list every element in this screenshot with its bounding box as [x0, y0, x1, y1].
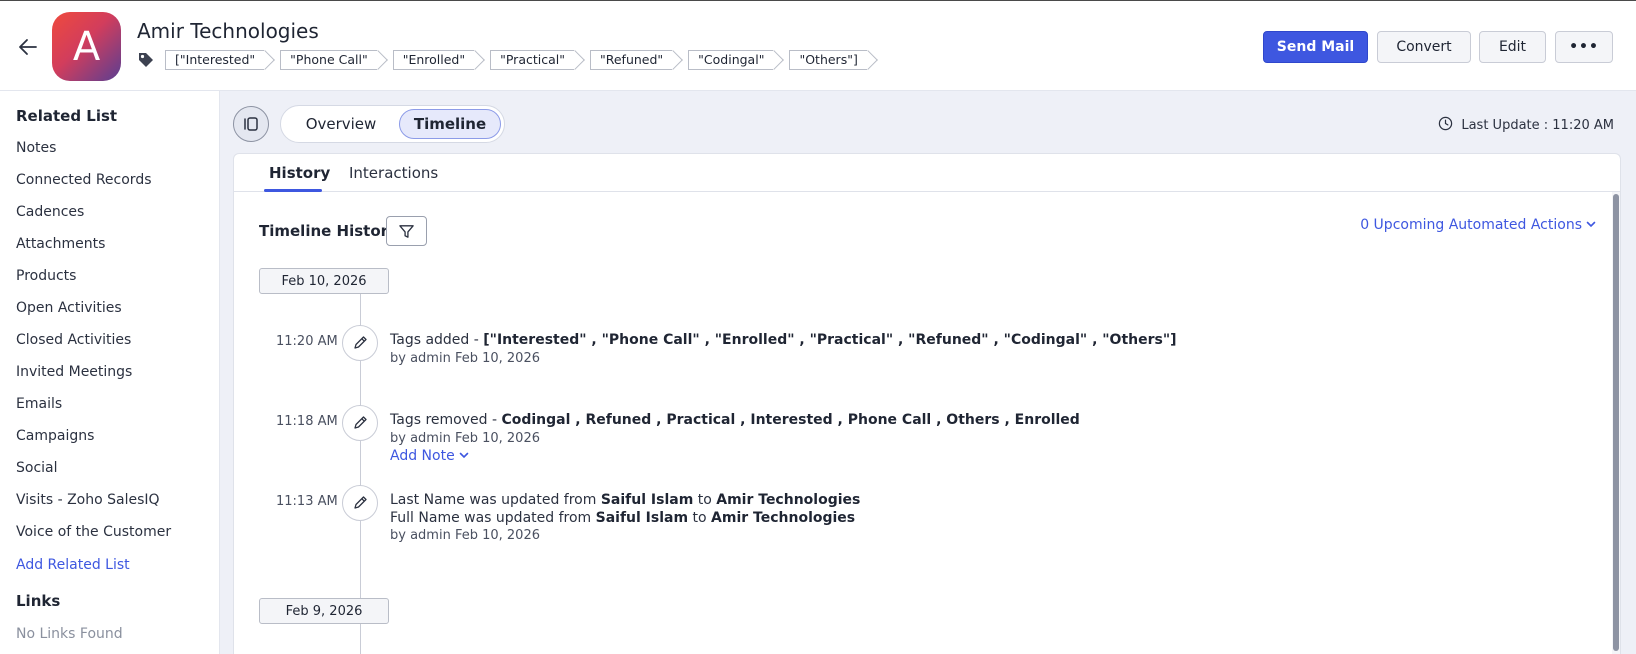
upcoming-actions-label: 0 Upcoming Automated Actions: [1360, 217, 1582, 233]
avatar-initial: A: [72, 23, 101, 70]
add-note-link[interactable]: Add Note: [390, 448, 469, 464]
sidebar-item-open-activities[interactable]: Open Activities: [16, 300, 122, 316]
sidebar-item-products[interactable]: Products: [16, 268, 76, 284]
date-separator: Feb 9, 2026: [259, 598, 389, 624]
no-links-text: No Links Found: [16, 626, 123, 642]
pencil-icon: [342, 405, 378, 441]
tab-interactions[interactable]: Interactions: [349, 164, 438, 182]
change-to: to: [688, 510, 712, 526]
pencil-icon: [342, 325, 378, 361]
change-to: to: [693, 492, 717, 508]
record-title: Amir Technologies: [137, 19, 319, 43]
change-prefix: Last Name was updated from: [390, 492, 601, 508]
entry-description-full-name: Full Name was updated from Saiful Islam …: [390, 510, 855, 526]
chevron-down-icon: [1586, 217, 1596, 233]
entry-prefix: Tags added -: [390, 332, 484, 348]
history-tabbar: History Interactions: [234, 154, 1620, 192]
old-value: Saiful Islam: [595, 510, 689, 526]
entry-tags-value: ["Interested" , "Phone Call" , "Enrolled…: [483, 332, 1177, 348]
links-heading: Links: [16, 592, 61, 610]
sidebar-item-visits-salesiq[interactable]: Visits - Zoho SalesIQ: [16, 492, 160, 508]
entry-author: by admin Feb 10, 2026: [390, 351, 540, 366]
tag-chip[interactable]: "Practical": [490, 50, 574, 70]
entry-prefix: Tags removed -: [390, 412, 502, 428]
tag-chip[interactable]: "Codingal": [688, 50, 774, 70]
timeline-panel: History Interactions Timeline History 0 …: [233, 153, 1621, 654]
entry-description: Tags added - ["Interested" , "Phone Call…: [390, 332, 1177, 348]
view-toggle: Overview Timeline: [280, 105, 505, 143]
sidebar-item-notes[interactable]: Notes: [16, 140, 56, 156]
add-related-list-link[interactable]: Add Related List: [16, 557, 130, 573]
tag-chip[interactable]: ["Interested": [165, 50, 265, 70]
date-separator: Feb 10, 2026: [259, 268, 389, 294]
sidebar-item-emails[interactable]: Emails: [16, 396, 62, 412]
tag-chip[interactable]: "Refuned": [589, 50, 673, 70]
related-list-heading: Related List: [16, 107, 118, 125]
tag-icon[interactable]: [137, 50, 157, 70]
record-header: A Amir Technologies ["Interested" "Phone…: [0, 0, 1636, 91]
tab-timeline[interactable]: Timeline: [399, 109, 501, 139]
chevron-down-icon: [459, 448, 469, 464]
entry-time: 11:20 AM: [276, 334, 338, 349]
entry-description: Tags removed - Codingal , Refuned , Prac…: [390, 412, 1080, 428]
sidebar-item-invited-meetings[interactable]: Invited Meetings: [16, 364, 132, 380]
tab-history[interactable]: History: [269, 164, 330, 182]
change-prefix: Full Name was updated from: [390, 510, 596, 526]
timeline-history-title: Timeline History: [259, 222, 398, 240]
scrollbar-thumb[interactable]: [1613, 194, 1619, 651]
add-note-label: Add Note: [390, 448, 455, 464]
sidebar-item-campaigns[interactable]: Campaigns: [16, 428, 94, 444]
more-options-button[interactable]: •••: [1555, 31, 1613, 63]
sidebar-item-closed-activities[interactable]: Closed Activities: [16, 332, 131, 348]
edit-button[interactable]: Edit: [1479, 31, 1546, 63]
main-content: Overview Timeline Last Update : 11:20 AM…: [220, 91, 1636, 654]
avatar: A: [52, 12, 121, 81]
last-update-text: Last Update : 11:20 AM: [1461, 118, 1614, 133]
filter-icon[interactable]: [386, 216, 427, 246]
entry-tags-value: Codingal , Refuned , Practical , Interes…: [501, 412, 1080, 428]
clock-icon: [1438, 116, 1453, 135]
sidebar-item-attachments[interactable]: Attachments: [16, 236, 105, 252]
sidebar-item-voice-of-customer[interactable]: Voice of the Customer: [16, 524, 171, 540]
pencil-icon: [342, 485, 378, 521]
upcoming-automated-actions[interactable]: 0 Upcoming Automated Actions: [1360, 217, 1596, 233]
old-value: Saiful Islam: [600, 492, 694, 508]
entry-time: 11:13 AM: [276, 494, 338, 509]
collapse-sidebar-icon[interactable]: [233, 106, 269, 142]
tab-overview[interactable]: Overview: [291, 109, 391, 139]
scrollbar[interactable]: [1612, 192, 1620, 654]
tag-chip[interactable]: "Phone Call": [280, 50, 377, 70]
tags-row: ["Interested" "Phone Call" "Enrolled" "P…: [137, 50, 883, 70]
sidebar-item-cadences[interactable]: Cadences: [16, 204, 84, 220]
back-arrow-icon[interactable]: [16, 35, 40, 59]
convert-button[interactable]: Convert: [1377, 31, 1471, 63]
entry-author: by admin Feb 10, 2026: [390, 528, 540, 543]
entry-description-last-name: Last Name was updated from Saiful Islam …: [390, 492, 860, 508]
sidebar-item-connected-records[interactable]: Connected Records: [16, 172, 152, 188]
tag-chip[interactable]: "Enrolled": [392, 50, 475, 70]
active-tab-indicator: [264, 189, 322, 192]
new-value: Amir Technologies: [716, 492, 861, 508]
send-mail-button[interactable]: Send Mail: [1263, 31, 1368, 63]
last-update: Last Update : 11:20 AM: [1438, 116, 1614, 135]
sidebar-item-social[interactable]: Social: [16, 460, 58, 476]
tag-chip[interactable]: "Others"]: [789, 50, 867, 70]
new-value: Amir Technologies: [711, 510, 856, 526]
entry-author: by admin Feb 10, 2026: [390, 431, 540, 446]
related-list-sidebar: Related List Notes Connected Records Cad…: [0, 91, 220, 654]
entry-time: 11:18 AM: [276, 414, 338, 429]
